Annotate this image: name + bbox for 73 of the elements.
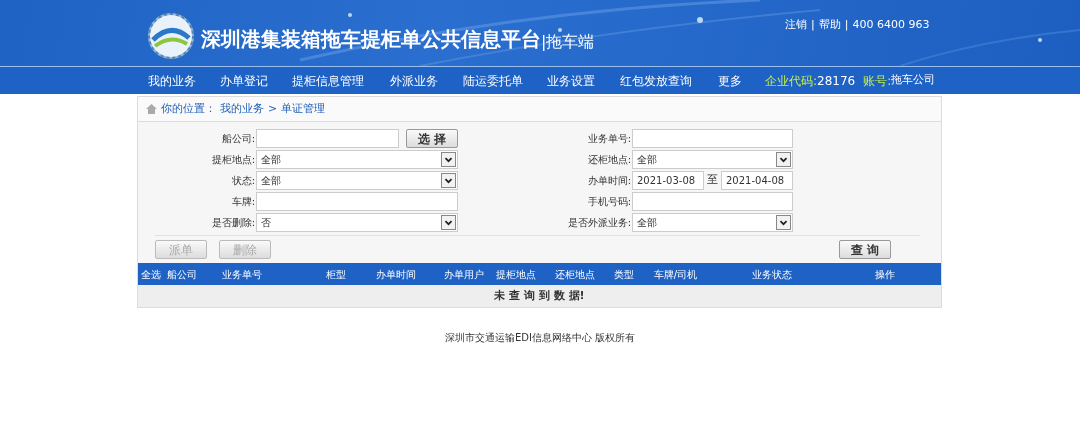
text-field[interactable]: [256, 129, 399, 148]
field-label: 是否外派业务:: [566, 216, 632, 230]
chevron-down-icon: [776, 215, 791, 230]
chevron-down-icon: [441, 215, 456, 230]
search-button[interactable]: 查 询: [839, 240, 891, 259]
nav-menu-item[interactable]: 红包发放查询: [620, 71, 718, 90]
breadcrumb-link[interactable]: 单证管理: [281, 100, 326, 118]
dropdown[interactable]: 全部: [256, 150, 458, 169]
column-header[interactable]: 全选: [138, 266, 167, 282]
nav-menu-item[interactable]: 办单登记: [220, 71, 292, 90]
location-label: 你的位置：: [161, 100, 216, 117]
breadcrumb-separator: >: [268, 100, 278, 117]
hotline-number: 400 6400 963: [852, 17, 930, 33]
chevron-down-icon: [776, 152, 791, 167]
dropdown[interactable]: 全部: [256, 171, 458, 190]
nav-menu-item[interactable]: 更多: [718, 71, 765, 90]
breadcrumb-link[interactable]: 我的业务: [220, 100, 264, 118]
field-label: 提柜地点:: [210, 153, 256, 167]
field-label: 业务单号:: [586, 132, 632, 146]
column-header: 业务状态: [752, 267, 794, 282]
dropdown-value: 全部: [261, 153, 281, 167]
company-code-label: 企业代码:: [765, 72, 818, 90]
column-header: 船公司: [166, 267, 198, 282]
nav-menu-item[interactable]: 外派业务: [390, 71, 463, 90]
separator: |: [811, 17, 815, 33]
column-header: 类型: [613, 267, 635, 282]
nav-menu-item[interactable]: 陆运委托单: [463, 71, 547, 90]
range-separator: 至: [707, 172, 718, 189]
dropdown-value: 全部: [637, 153, 657, 167]
date-field[interactable]: 2021-04-08: [721, 171, 793, 190]
text-field[interactable]: [256, 192, 458, 211]
nav-menu-item[interactable]: 提柜信息管理: [292, 71, 390, 90]
nav-menu-item[interactable]: 业务设置: [547, 71, 620, 90]
home-icon: [146, 104, 157, 114]
dropdown[interactable]: 否: [256, 213, 458, 232]
account-label: 账号:: [863, 72, 892, 90]
field-label: 状态:: [230, 174, 256, 188]
logo-icon: [145, 12, 197, 60]
footer-copyright: 深圳市交通运输EDI信息网络中心 版权所有: [444, 332, 636, 343]
field-label: 车牌:: [230, 195, 256, 209]
column-header: 柜型: [325, 267, 347, 282]
field-label: 是否删除:: [210, 216, 256, 230]
column-header: 办单用户: [444, 267, 486, 282]
select-button[interactable]: 选 择: [406, 129, 458, 148]
dropdown-value: 全部: [637, 216, 657, 230]
column-header: 操作: [875, 267, 897, 282]
site-subtitle: |拖车端: [541, 31, 595, 53]
field-label: 船公司:: [220, 132, 256, 146]
column-header: 业务单号: [221, 267, 263, 282]
dropdown-value: 全部: [261, 174, 281, 188]
dropdown-value: 否: [261, 216, 271, 230]
column-header: 车牌/司机: [653, 267, 699, 282]
account-name: 拖车公司: [891, 72, 936, 89]
dropdown[interactable]: 全部: [632, 213, 793, 232]
field-label: 还柜地点:: [586, 153, 632, 167]
field-label: 手机号码:: [586, 195, 632, 209]
column-header: 还柜地点: [554, 267, 596, 282]
header-link[interactable]: 注销: [785, 17, 807, 34]
nav-menu-item[interactable]: 我的业务: [148, 71, 220, 90]
chevron-down-icon: [441, 173, 456, 188]
text-field[interactable]: [632, 192, 793, 211]
company-code: 28176: [817, 72, 856, 90]
column-header: 提柜地点: [496, 267, 538, 282]
date-field[interactable]: 2021-03-08: [632, 171, 704, 190]
text-field[interactable]: [632, 129, 793, 148]
dropdown[interactable]: 全部: [632, 150, 793, 169]
site-title: 深圳港集装箱拖车提柜单公共信息平台: [201, 26, 541, 53]
field-label: 办单时间:: [586, 174, 632, 188]
empty-message: 未 查 询 到 数 据!: [494, 287, 585, 304]
separator: |: [844, 17, 849, 33]
header-link[interactable]: 帮助: [818, 17, 841, 34]
chevron-down-icon: [441, 152, 456, 167]
column-header: 办单时间: [376, 267, 418, 282]
